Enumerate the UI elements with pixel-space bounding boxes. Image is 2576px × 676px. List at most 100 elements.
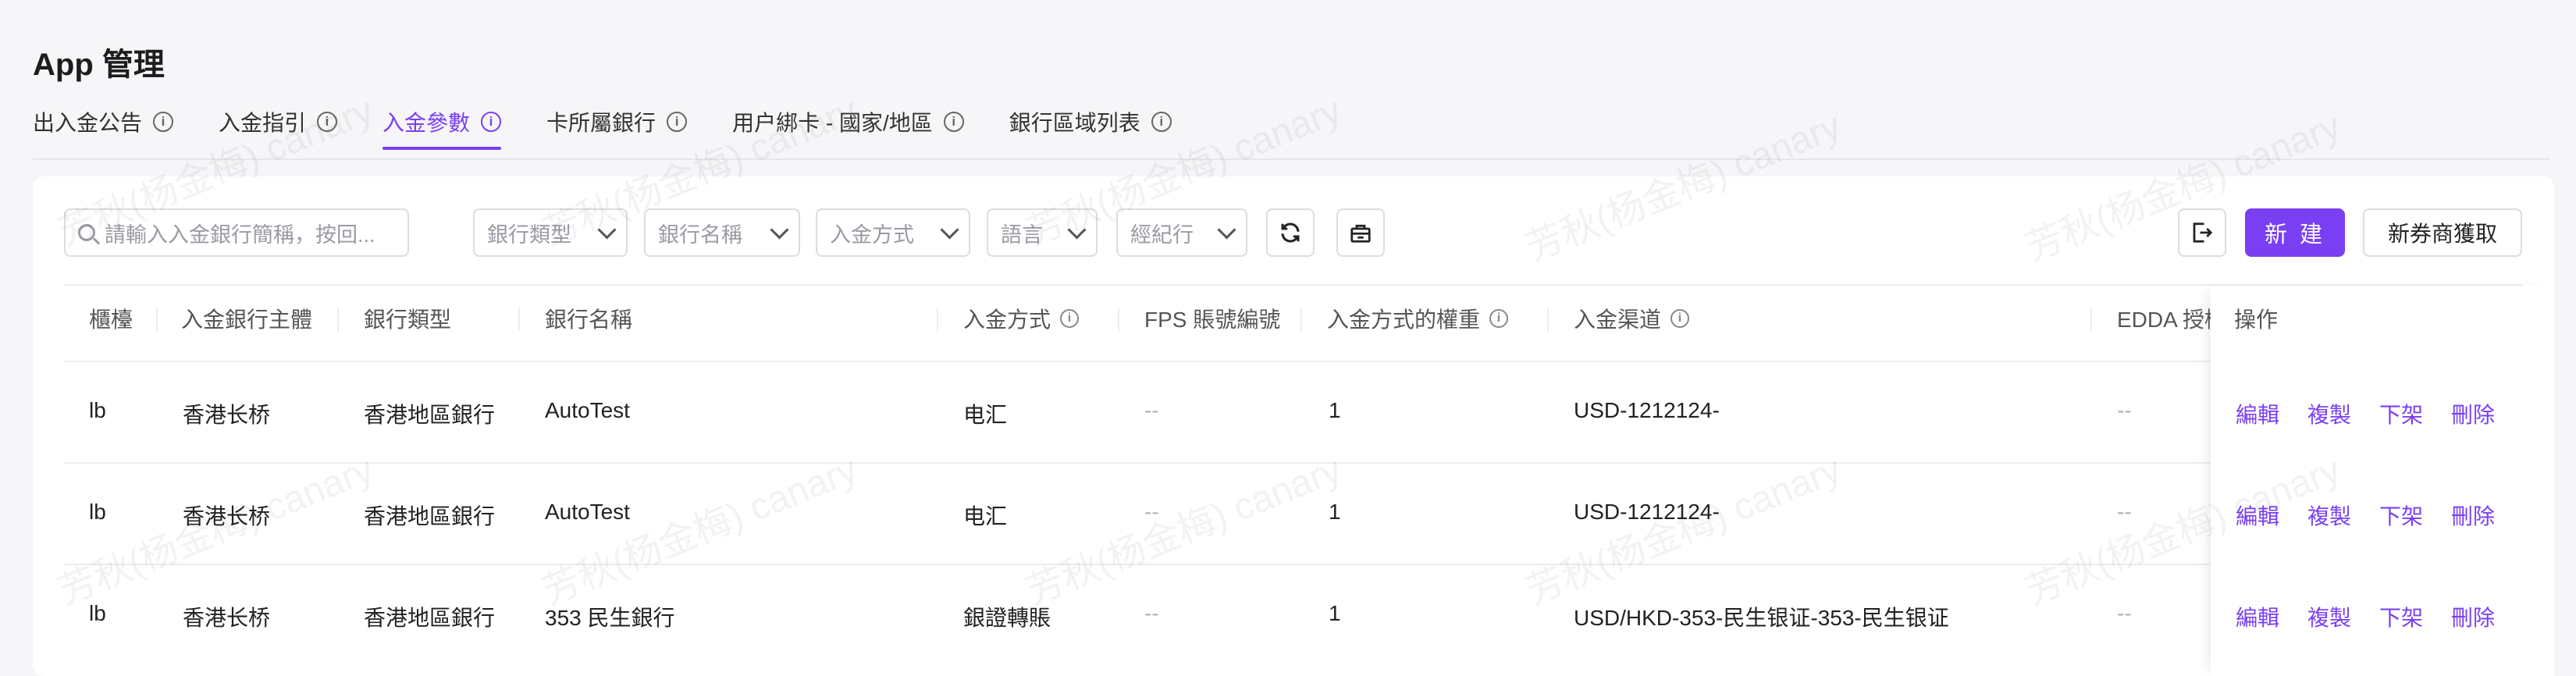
cell-fps: -- <box>1144 500 1159 524</box>
chevron-down-icon <box>597 219 617 240</box>
tab-label: 銀行區域列表 <box>1009 111 1140 135</box>
cell-method: 电汇 <box>963 504 1008 528</box>
cell-weight: 1 <box>1329 601 1341 625</box>
column-separator <box>1300 308 1302 331</box>
column-header-channel-label: 入金渠道 <box>1574 308 1662 332</box>
bank-type-select[interactable]: 銀行類型 <box>473 208 628 257</box>
info-icon[interactable]: i <box>943 112 964 132</box>
delete-link[interactable]: 刪除 <box>2451 398 2495 429</box>
broker-select[interactable]: 經紀行 <box>1116 208 1247 257</box>
unlist-link[interactable]: 下架 <box>2379 601 2423 632</box>
column-separator <box>937 308 938 331</box>
info-icon[interactable]: i <box>317 112 338 132</box>
cell-counter: lb <box>89 500 106 524</box>
cell-bank-name: AutoTest <box>545 398 630 422</box>
search-input[interactable]: 請輸入入金銀行簡稱，按回... <box>64 208 409 257</box>
tab-label: 卡所屬銀行 <box>546 111 656 135</box>
tab-label: 出入金公告 <box>33 111 143 135</box>
actions-column: 操作 編輯 複製 下架 刪除 編輯 複製 下架 刪除 編輯 複製 下架 刪除 <box>2211 286 2554 676</box>
column-header-counter: 櫃檯 <box>89 308 133 332</box>
edit-link[interactable]: 編輯 <box>2236 601 2279 632</box>
column-header-channel: 入金渠道 i <box>1574 295 1690 342</box>
search-icon <box>78 224 95 241</box>
basket-button[interactable] <box>1336 208 1385 257</box>
chevron-down-icon <box>1067 219 1087 240</box>
cell-bank-type: 香港地區銀行 <box>364 403 496 427</box>
column-header-bank-type: 銀行類型 <box>364 308 452 332</box>
delete-link[interactable]: 刪除 <box>2451 601 2495 632</box>
search-placeholder: 請輸入入金銀行簡稱，按回... <box>105 222 375 247</box>
tab-deposit-params[interactable]: 入金參數 i <box>382 103 502 150</box>
unlist-link[interactable]: 下架 <box>2379 500 2423 531</box>
tab-bar: 出入金公告 i 入金指引 i 入金參數 i 卡所屬銀行 i 用户綁卡 - 國家/地區 i … <box>33 103 1217 159</box>
broker-label: 經紀行 <box>1130 222 1194 247</box>
refresh-button[interactable] <box>1266 208 1315 257</box>
info-icon[interactable]: i <box>1060 309 1080 328</box>
refresh-icon <box>1281 222 1300 243</box>
row-divider <box>64 564 2523 565</box>
cell-fps: -- <box>1144 601 1159 625</box>
column-header-weight: 入金方式的權重 i <box>1327 295 1509 342</box>
main-card: 請輸入入金銀行簡稱，按回... 銀行類型 銀行名稱 入金方式 語言 經紀行 新 … <box>33 176 2554 676</box>
info-icon[interactable]: i <box>153 112 174 132</box>
chevron-down-icon <box>770 219 789 240</box>
cell-edda: -- <box>2117 601 2132 625</box>
new-button[interactable]: 新 建 <box>2245 208 2345 257</box>
tab-divider <box>33 158 2549 160</box>
language-select[interactable]: 語言 <box>987 208 1098 257</box>
tab-deposit-announcement[interactable]: 出入金公告 i <box>33 103 174 141</box>
tab-user-card-region[interactable]: 用户綁卡 - 國家/地區 i <box>732 103 964 141</box>
copy-link[interactable]: 複製 <box>2307 500 2351 531</box>
row-divider <box>64 462 2523 464</box>
bank-name-label: 銀行名稱 <box>658 222 742 247</box>
tab-bank-region-list[interactable]: 銀行區域列表 i <box>1009 103 1172 141</box>
copy-link[interactable]: 複製 <box>2307 601 2351 632</box>
header-divider <box>64 361 2523 362</box>
column-separator <box>1118 308 1119 331</box>
tab-deposit-guide[interactable]: 入金指引 i <box>219 103 338 141</box>
export-button[interactable] <box>2178 208 2226 257</box>
export-icon <box>2193 222 2213 243</box>
cell-fps: -- <box>1144 398 1159 422</box>
page-title: App 管理 <box>33 48 165 82</box>
deposit-method-select[interactable]: 入金方式 <box>816 208 970 257</box>
column-header-ops: 操作 <box>2234 308 2279 332</box>
bank-name-select[interactable]: 銀行名稱 <box>644 208 800 257</box>
column-separator <box>337 308 339 331</box>
cell-channel: USD/HKD-353-民生银证-353-民生银证 <box>1574 606 1949 630</box>
edit-link[interactable]: 編輯 <box>2236 398 2279 429</box>
cell-bank-name: 353 民生銀行 <box>545 606 675 630</box>
column-header-weight-label: 入金方式的權重 <box>1327 308 1481 332</box>
info-icon[interactable]: i <box>1489 309 1509 328</box>
cell-channel: USD-1212124- <box>1574 398 1720 422</box>
delete-link[interactable]: 刪除 <box>2451 500 2495 531</box>
cell-counter: lb <box>89 398 106 422</box>
fetch-broker-button[interactable]: 新券商獲取 <box>2363 208 2522 257</box>
chevron-down-icon <box>1217 219 1236 240</box>
table-top-divider <box>64 284 2523 286</box>
column-separator <box>518 308 520 331</box>
bank-type-label: 銀行類型 <box>487 222 571 247</box>
unlist-link[interactable]: 下架 <box>2379 398 2423 429</box>
column-separator <box>1547 308 1549 331</box>
info-icon[interactable]: i <box>1151 112 1172 132</box>
cell-channel: USD-1212124- <box>1574 500 1720 524</box>
info-icon[interactable]: i <box>667 112 688 132</box>
column-header-fps: FPS 賬號編號 <box>1144 308 1281 332</box>
info-icon[interactable]: i <box>1670 309 1690 328</box>
cell-bank-name: AutoTest <box>545 500 630 524</box>
chevron-down-icon <box>940 219 959 240</box>
cell-entity: 香港长桥 <box>183 504 271 528</box>
cell-entity: 香港长桥 <box>183 606 271 630</box>
copy-link[interactable]: 複製 <box>2307 398 2351 429</box>
edit-link[interactable]: 編輯 <box>2236 500 2279 531</box>
cell-bank-type: 香港地區銀行 <box>364 606 496 630</box>
cell-weight: 1 <box>1329 500 1341 524</box>
cell-bank-type: 香港地區銀行 <box>364 504 496 528</box>
column-header-entity: 入金銀行主體 <box>181 308 313 332</box>
column-separator <box>156 308 158 331</box>
info-icon[interactable]: i <box>481 112 502 132</box>
tab-card-bank[interactable]: 卡所屬銀行 i <box>546 103 688 141</box>
column-separator <box>2090 308 2092 331</box>
column-header-method: 入金方式 i <box>963 295 1080 342</box>
